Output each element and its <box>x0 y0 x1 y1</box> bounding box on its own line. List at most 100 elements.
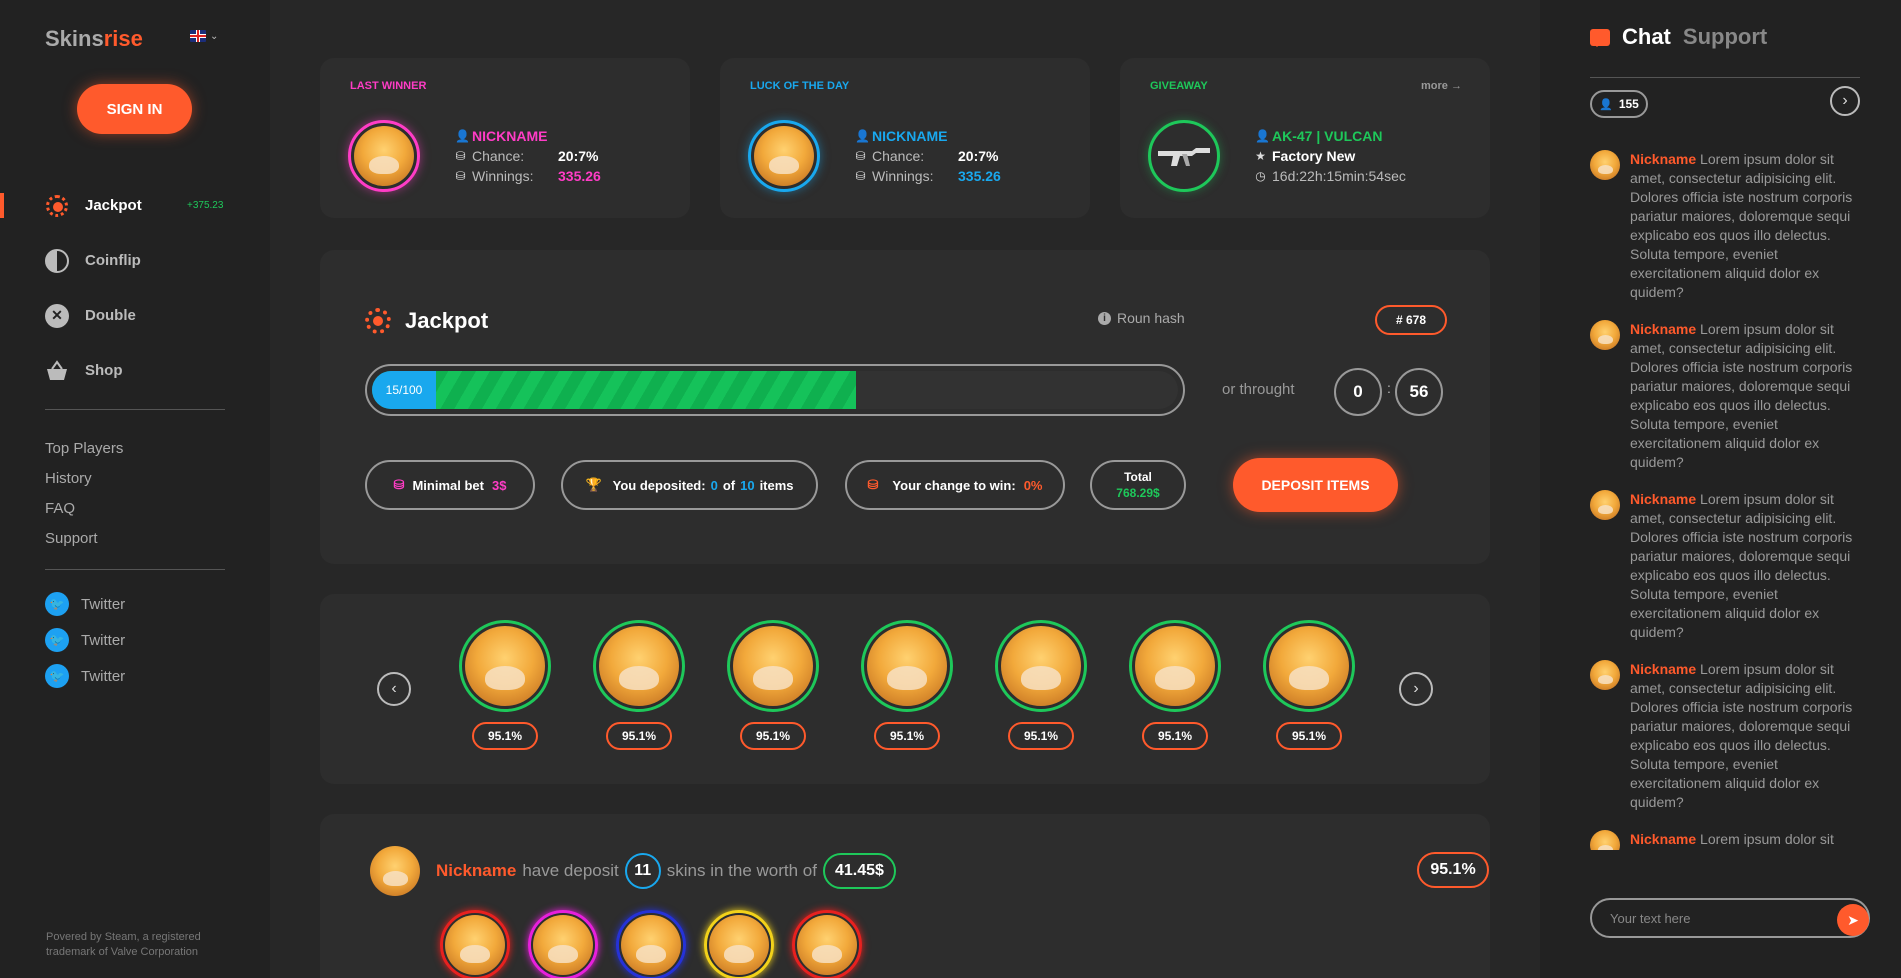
avatar <box>797 915 857 975</box>
avatar <box>709 915 769 975</box>
message-text: Lorem ipsum dolor sit amet, consectetur … <box>1630 661 1853 810</box>
twitter-label: Twitter <box>81 595 126 613</box>
twitter-link[interactable]: 🐦 Twitter <box>45 658 125 694</box>
chips-icon: ⛁ <box>455 169 466 183</box>
deposit-item[interactable] <box>440 910 510 978</box>
deposit-item[interactable] <box>616 910 686 978</box>
twitter-label: Twitter <box>81 667 126 685</box>
winnings-label: Winnings: <box>872 168 934 184</box>
player-slot[interactable]: 95.1% <box>1263 620 1355 750</box>
player-slot[interactable]: 95.1% <box>995 620 1087 750</box>
deposit-item[interactable] <box>704 910 774 978</box>
message-nickname[interactable]: Nickname <box>1630 831 1696 847</box>
players-carousel: ‹ 95.1% 95.1% 95.1% 95.1% 95.1% 95.1% 95… <box>320 594 1490 784</box>
twitter-icon: 🐦 <box>45 664 69 688</box>
win-chance-label: Your change to win: <box>892 477 1016 493</box>
jackpot-icon <box>365 308 391 334</box>
logo[interactable]: Skinsrise <box>45 26 143 52</box>
tab-support[interactable]: Support <box>1683 24 1767 50</box>
social-links: 🐦 Twitter 🐦 Twitter 🐦 Twitter <box>45 586 125 694</box>
total-value: 768.29$ <box>1116 486 1160 500</box>
link-faq[interactable]: FAQ <box>45 494 123 524</box>
language-selector[interactable]: ⌄ <box>190 30 218 42</box>
link-history[interactable]: History <box>45 464 123 494</box>
deposit-text: skins in the worth of <box>666 861 817 880</box>
sign-in-button[interactable]: SIGN IN <box>77 84 192 134</box>
deposit-item[interactable] <box>528 910 598 978</box>
player-slot[interactable]: 95.1% <box>459 620 551 750</box>
chat-message: Nickname Lorem ipsum dolor sit amet, con… <box>1590 320 1870 472</box>
online-number: 155 <box>1618 97 1639 111</box>
player-slot[interactable]: 95.1% <box>593 620 685 750</box>
avatar <box>1590 830 1620 850</box>
main-nav: Jackpot +375.23 Coinflip ✕ Double Shop <box>0 178 270 398</box>
message-nickname[interactable]: Nickname <box>1630 661 1696 677</box>
chance-value: 20:7% <box>958 148 999 164</box>
deposited-label: You deposited: <box>612 477 706 493</box>
message-nickname[interactable]: Nickname <box>1630 491 1696 507</box>
player-slot[interactable]: 95.1% <box>1129 620 1221 750</box>
chips-icon: ⛁ <box>455 149 466 163</box>
giveaway-card: GIVEAWAY more → 👤 AK-47 | VULCAN ★ Factory… <box>1120 58 1490 218</box>
timer-seconds: 56 <box>1395 368 1443 416</box>
info-icon: i <box>1098 311 1111 325</box>
chat-message: Nickname Lorem ipsum dolor sit amet, con… <box>1590 830 1870 850</box>
chance-label: Chance: <box>872 148 925 164</box>
carousel-next-button[interactable]: › <box>1399 672 1433 706</box>
chat-expand-button[interactable]: › <box>1830 86 1860 116</box>
chat-tabs: Chat Support <box>1590 24 1767 50</box>
card-title: LUCK OF THE DAY <box>750 80 850 92</box>
rifle-icon <box>1158 148 1210 166</box>
nav-item-double[interactable]: ✕ Double <box>0 288 270 343</box>
footer-text: Povered by Steam, a registered trademark… <box>46 931 201 958</box>
deposit-item[interactable] <box>792 910 862 978</box>
star-icon: ★ <box>1255 149 1266 163</box>
chat-message: Nickname Lorem ipsum dolor sit amet, con… <box>1590 490 1870 642</box>
carousel-prev-button[interactable]: ‹ <box>377 672 411 706</box>
deposit-nickname[interactable]: Nickname <box>436 861 516 881</box>
deposit-entry: Nickname have deposit 11 skins in the wo… <box>320 814 1490 978</box>
message-nickname[interactable]: Nickname <box>1630 321 1696 337</box>
double-icon: ✕ <box>45 303 69 328</box>
coins-icon: ⛁ <box>393 477 405 492</box>
twitter-icon: 🐦 <box>45 592 69 616</box>
tab-chat[interactable]: Chat <box>1622 24 1671 50</box>
chevron-left-icon: ‹ <box>391 680 397 697</box>
chevron-right-icon: › <box>1413 680 1419 697</box>
round-hash[interactable]: i Roun hash <box>1098 310 1185 326</box>
send-button[interactable]: ➤ <box>1837 904 1869 936</box>
progress-label: 15/100 <box>372 371 436 409</box>
player-percent: 95.1% <box>1008 722 1074 750</box>
nav-item-shop[interactable]: Shop <box>0 343 270 398</box>
chat-input[interactable] <box>1610 910 1830 926</box>
nav-item-jackpot[interactable]: Jackpot +375.23 <box>0 178 270 233</box>
message-nickname[interactable]: Nickname <box>1630 151 1696 167</box>
nav-label: Jackpot <box>85 197 142 214</box>
giveaway-condition: Factory New <box>1272 148 1356 164</box>
deposit-items-button[interactable]: DEPOSIT ITEMS <box>1233 458 1398 512</box>
avatar <box>1590 150 1620 180</box>
luck-info: 👤 NICKNAME ⛁ Chance: 20:7% ⛁ Winnings: 335.26 <box>855 126 1001 186</box>
nav-item-coinflip[interactable]: Coinflip <box>0 233 270 288</box>
player-slot[interactable]: 95.1% <box>727 620 819 750</box>
more-link[interactable]: more → <box>1421 80 1462 92</box>
twitter-link[interactable]: 🐦 Twitter <box>45 622 125 658</box>
link-support[interactable]: Support <box>45 524 123 554</box>
twitter-link[interactable]: 🐦 Twitter <box>45 586 125 622</box>
giveaway-item-name: AK-47 | VULCAN <box>1272 128 1383 144</box>
deposited-items: items <box>759 477 794 493</box>
chat-messages[interactable]: Nickname Lorem ipsum dolor sit amet, con… <box>1590 150 1870 850</box>
main-content: LAST WINNER 👤 NICKNAME ⛁ Chance: 20:7% ⛁ Win… <box>270 0 1540 978</box>
twitter-label: Twitter <box>81 631 126 649</box>
player-slot[interactable]: 95.1% <box>861 620 953 750</box>
winner-avatar-ring <box>348 120 420 192</box>
link-top-players[interactable]: Top Players <box>45 434 123 464</box>
total-pill: Total 768.29$ <box>1090 460 1186 510</box>
avatar <box>1135 626 1215 706</box>
avatar <box>599 626 679 706</box>
message-text: Lorem ipsum dolor sit amet, consectetur … <box>1630 321 1853 470</box>
avatar <box>733 626 813 706</box>
giveaway-item-ring <box>1148 120 1220 192</box>
giveaway-timer: 16d:22h:15min:54sec <box>1272 168 1406 184</box>
avatar <box>1001 626 1081 706</box>
